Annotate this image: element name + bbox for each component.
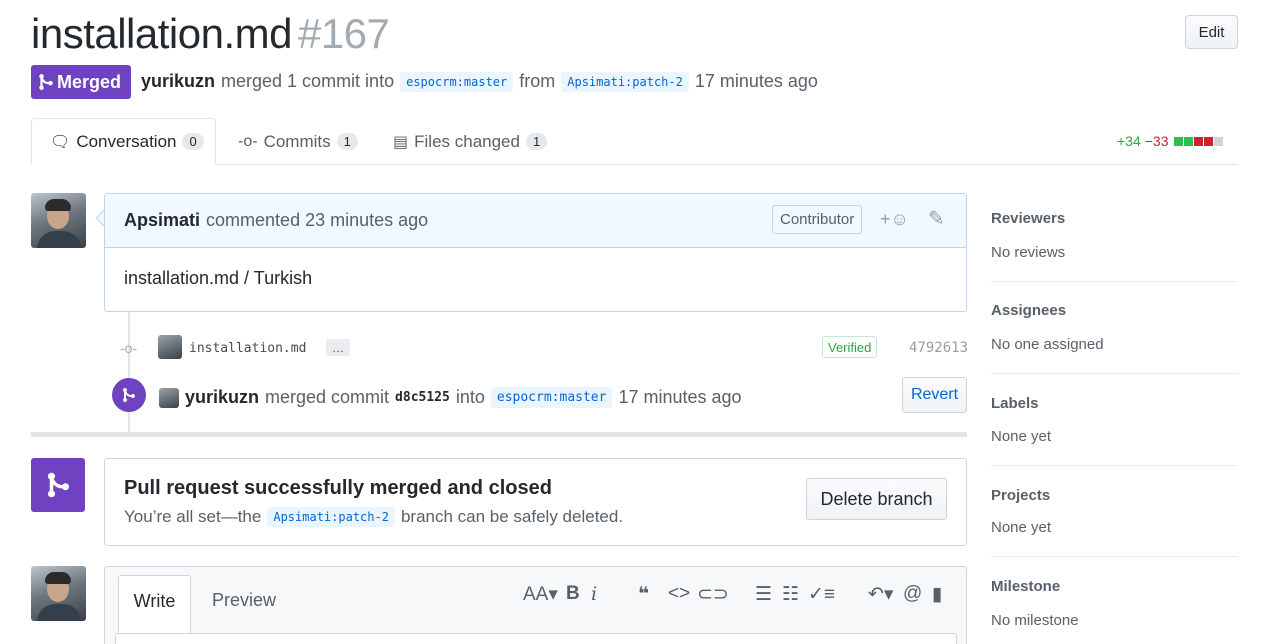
merge-event-user[interactable]: yurikuzn (185, 387, 259, 408)
tab-label: Commits (263, 131, 331, 151)
merger-link[interactable]: yurikuzn (141, 71, 215, 92)
git-merge-icon (39, 74, 53, 90)
commit-sha[interactable]: 4792613 (909, 340, 968, 356)
sidebar-projects-heading[interactable]: Projects (991, 487, 1050, 504)
bookmark-icon[interactable]: ▮ (932, 583, 942, 606)
git-merge-icon (112, 378, 146, 412)
diffstat-additions: +34 (1117, 133, 1141, 149)
comment-textarea[interactable] (115, 633, 957, 644)
git-commit-icon: -o- (120, 340, 138, 356)
sidebar-assignees-value: No one assigned (991, 336, 1104, 353)
delete-branch-button[interactable]: Delete branch (806, 478, 947, 520)
sidebar-labels-heading[interactable]: Labels (991, 395, 1039, 412)
sidebar-divider (991, 556, 1238, 557)
tab-label: Files changed (414, 131, 520, 151)
diffstat-deletions: −33 (1144, 133, 1169, 149)
expand-commit-button[interactable]: … (326, 339, 350, 356)
diffstat[interactable]: +34 −33 (1117, 133, 1223, 149)
tab-label: Conversation (76, 131, 177, 151)
pr-title: installation.md #167 (31, 10, 390, 58)
commit-message[interactable]: installation.md (189, 341, 306, 356)
edit-button[interactable]: Edit (1185, 15, 1238, 49)
tab-commits[interactable]: -o- Commits 1 (220, 118, 376, 165)
pr-number: #167 (297, 10, 390, 57)
merge-event-time[interactable]: 17 minutes ago (618, 387, 741, 408)
merged-desc-text: You’re all set—the (124, 507, 262, 526)
comment-body: installation.md / Turkish (124, 268, 313, 288)
merged-state-label: Merged (57, 71, 122, 92)
file-diff-icon: ▤ (393, 133, 409, 151)
link-icon[interactable]: ⊂⊃ (697, 583, 729, 606)
tab-counter: 0 (182, 133, 204, 150)
sidebar-milestone-value: No milestone (991, 612, 1079, 629)
tab-conversation[interactable]: 🗨 Conversation 0 (31, 118, 216, 165)
timeline-break (31, 432, 967, 437)
comment-header: Apsimati commented 23 minutes ago Contri… (105, 194, 966, 248)
merge-event-branch[interactable]: espocrm:master (490, 387, 613, 408)
reply-icon[interactable]: ↶▾ (868, 583, 893, 606)
avatar[interactable] (159, 387, 179, 408)
pencil-icon[interactable]: ✎ (928, 206, 945, 231)
comment-author[interactable]: Apsimati (124, 210, 200, 231)
text-size-icon[interactable]: AA▾ (523, 583, 558, 606)
comment-box: Apsimati commented 23 minutes ago Contri… (104, 193, 967, 312)
avatar[interactable] (31, 193, 86, 248)
verified-badge[interactable]: Verified (822, 336, 878, 358)
task-list-icon[interactable]: ✓≡ (808, 583, 835, 606)
head-branch[interactable]: Apsimati:patch-2 (267, 507, 395, 527)
avatar[interactable] (31, 566, 86, 621)
tab-counter: 1 (336, 133, 358, 150)
merge-event: yurikuzn merged commit d8c5125 into espo… (159, 387, 742, 408)
pr-meta: yurikuzn merged 1 commit into espocrm:ma… (141, 71, 818, 92)
bulleted-list-icon[interactable]: ☰ (755, 583, 772, 606)
bold-icon[interactable]: B (566, 583, 580, 605)
quote-icon[interactable]: ❝ (638, 583, 649, 606)
merge-text: merged 1 commit into (221, 71, 395, 91)
git-merge-icon (31, 458, 85, 512)
sidebar-divider (991, 373, 1238, 374)
contributor-badge: Contributor (772, 205, 863, 234)
pr-title-text: installation.md (31, 10, 292, 57)
head-branch[interactable]: Apsimati:patch-2 (561, 71, 689, 92)
tab-counter: 1 (525, 133, 548, 150)
add-reaction-icon[interactable]: +☺ (880, 209, 909, 230)
italic-icon[interactable]: i (591, 583, 597, 605)
avatar[interactable] (158, 335, 182, 359)
tab-files-changed[interactable]: ▤ Files changed 1 (375, 118, 565, 165)
comment-meta[interactable]: commented 23 minutes ago (206, 210, 428, 231)
merged-desc-text: branch can be safely deleted. (400, 507, 624, 526)
numbered-list-icon[interactable]: ☷ (782, 583, 799, 606)
sidebar-divider (991, 281, 1238, 282)
merge-commit-sha[interactable]: d8c5125 (395, 390, 450, 405)
base-branch[interactable]: espocrm:master (400, 71, 514, 92)
mention-icon[interactable]: @ (903, 583, 922, 605)
preview-tab[interactable]: Preview (212, 590, 276, 611)
sidebar-reviewers-heading[interactable]: Reviewers (991, 210, 1065, 227)
revert-button[interactable]: Revert (902, 377, 967, 413)
merged-status-description: You’re all set—the Apsimati:patch-2 bran… (124, 507, 623, 527)
sidebar-reviewers-value: No reviews (991, 244, 1066, 261)
merged-state-badge: Merged (31, 65, 131, 99)
sidebar-labels-value: None yet (991, 428, 1052, 445)
sidebar-divider (991, 465, 1238, 466)
code-icon[interactable]: <> (668, 583, 690, 605)
sidebar-projects-value: None yet (991, 519, 1052, 536)
merge-event-into: into (455, 387, 485, 407)
from-text: from (519, 71, 556, 91)
git-commit-icon: -o- (238, 132, 258, 150)
comment-discussion-icon: 🗨 (50, 133, 71, 151)
sidebar-assignees-heading[interactable]: Assignees (991, 302, 1066, 319)
merged-status-title: Pull request successfully merged and clo… (124, 477, 552, 499)
timeline-line (128, 312, 130, 432)
sidebar-milestone-heading[interactable]: Milestone (991, 578, 1060, 595)
merge-event-text: merged commit (265, 387, 390, 407)
diffstat-blocks (1173, 133, 1223, 149)
merge-time: 17 minutes ago (694, 71, 818, 91)
